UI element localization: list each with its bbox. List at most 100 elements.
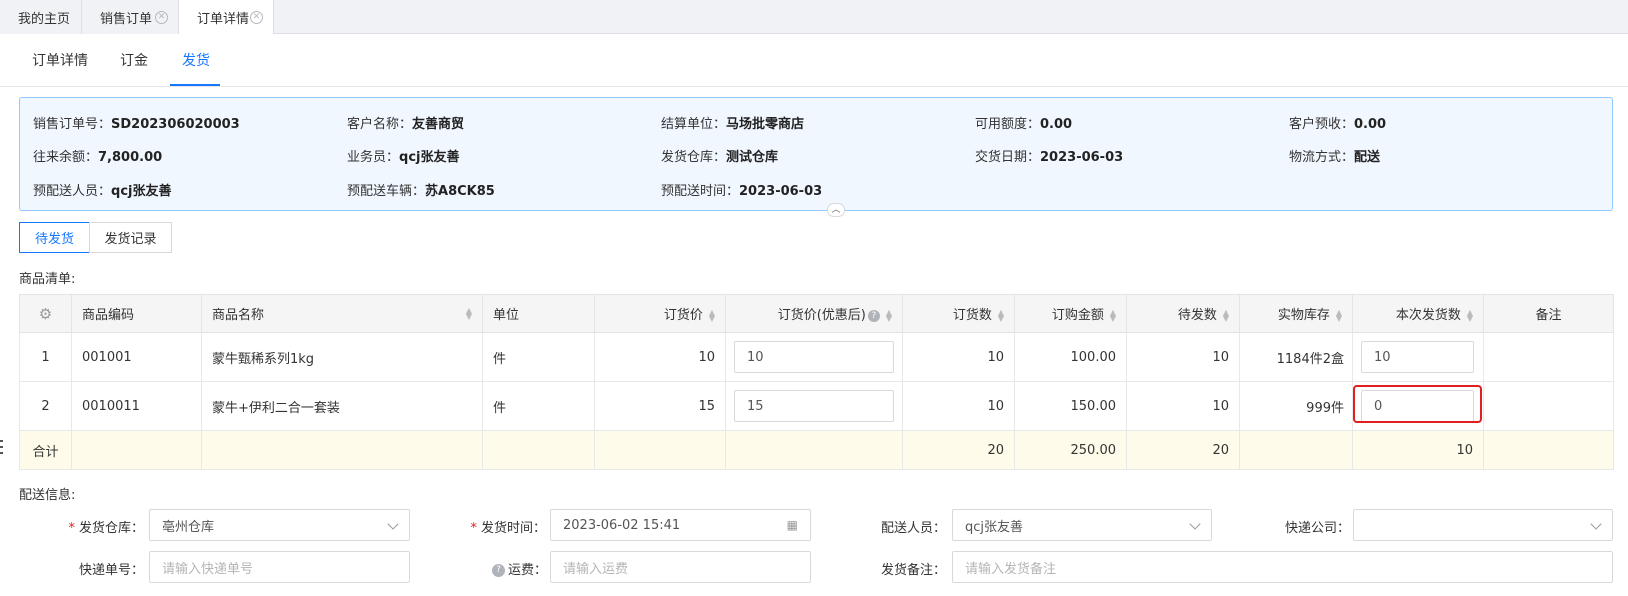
cell-stock: 999件 <box>1239 381 1353 431</box>
info-value: 马场批零商店 <box>726 117 805 132</box>
ship-time-picker[interactable]: 2023-06-02 15:41 ▦ <box>550 509 811 541</box>
info-value: 0.00 <box>1040 117 1073 132</box>
summary-ship-qty: 10 <box>1352 430 1484 470</box>
column-header-amount[interactable]: 订购金额 ▲ ▼ <box>1014 294 1127 333</box>
header-label: 单位 <box>493 308 520 323</box>
sort-icon[interactable]: ▲ ▼ <box>886 308 892 322</box>
page-tab-label: 销售订单 <box>100 11 153 27</box>
tab-shipping[interactable]: 发货 <box>182 50 210 70</box>
sort-icon[interactable]: ▲ ▼ <box>1223 308 1229 322</box>
cell-stock: 1184件2盒 <box>1239 332 1353 382</box>
info-label: 预配送人员： <box>33 184 112 199</box>
cell-price: 15 <box>594 381 726 431</box>
info-prepaid: 客户预收：0.00 <box>1289 113 1386 132</box>
ship-qty-highlight-box <box>1353 385 1482 423</box>
delivery-info-title: 配送信息: <box>19 488 76 503</box>
row-index: 1 <box>19 332 72 382</box>
sort-icon[interactable]: ▲ ▼ <box>709 308 715 322</box>
info-pre-person: 预配送人员：qcj张友善 <box>33 180 171 199</box>
cell-disc-price: 15 <box>725 381 903 431</box>
info-label: 发货仓库： <box>661 150 727 165</box>
header-label: 商品名称 <box>212 308 265 323</box>
cell-remark[interactable] <box>1483 332 1614 382</box>
info-salesman: 业务员：qcj张友善 <box>347 146 459 165</box>
info-label: 物流方式： <box>1289 150 1355 165</box>
page-tab-bar: 我的主页 销售订单 ✕ 订单详情 ✕ <box>0 0 1628 35</box>
info-value: 苏A8CK85 <box>425 184 495 199</box>
gear-icon[interactable]: ⚙ <box>39 305 52 323</box>
info-pre-vehicle: 预配送车辆：苏A8CK85 <box>347 180 495 199</box>
page-tab-home[interactable]: 我的主页 <box>0 0 82 34</box>
page-tab-label: 我的主页 <box>18 11 71 27</box>
courier-select[interactable] <box>1353 509 1613 541</box>
placeholder-text: 请输入运费 <box>563 561 629 577</box>
info-pre-time: 预配送时间：2023-06-03 <box>661 180 822 199</box>
label-text: 运费： <box>508 563 548 578</box>
cell-unit: 件 <box>482 332 595 382</box>
drag-handle-icon[interactable] <box>0 440 3 454</box>
placeholder-text: 请输入发货备注 <box>965 561 1057 577</box>
column-settings[interactable]: ⚙ <box>19 294 72 333</box>
goods-list-title: 商品清单: <box>19 272 76 287</box>
cell-disc-price: 10 <box>725 332 903 382</box>
cell-price: 10 <box>594 332 726 382</box>
column-header-pending[interactable]: 待发数 ▲ ▼ <box>1126 294 1240 333</box>
info-value: 友善商贸 <box>412 117 465 132</box>
summary-empty <box>1239 430 1353 470</box>
cell-qty: 10 <box>902 381 1015 431</box>
sort-icon[interactable]: ▲ ▼ <box>1110 308 1116 322</box>
freight-input[interactable]: 请输入运费 <box>550 551 811 583</box>
sort-icon[interactable]: ▲ ▼ <box>1467 308 1473 322</box>
warehouse-select[interactable]: 亳州仓库 <box>149 509 410 541</box>
info-value: 2023-06-03 <box>1040 150 1124 165</box>
info-value: 配送 <box>1354 150 1381 165</box>
disc-price-input[interactable]: 15 <box>734 390 894 422</box>
required-mark: * <box>470 521 477 536</box>
sort-icon[interactable]: ▲ ▼ <box>1336 308 1342 322</box>
summary-pending: 20 <box>1126 430 1240 470</box>
cell-remark[interactable] <box>1483 381 1614 431</box>
column-header-name[interactable]: 商品名称 ▲ ▼ <box>201 294 483 333</box>
tab-deposit[interactable]: 订金 <box>120 50 148 70</box>
column-header-ship-qty[interactable]: 本次发货数 ▲ ▼ <box>1352 294 1484 333</box>
ship-qty-input[interactable]: 10 <box>1361 341 1474 373</box>
help-icon[interactable]: ? <box>867 309 880 322</box>
close-icon[interactable]: ✕ <box>155 11 168 24</box>
header-label: 订购金额 <box>1051 308 1104 323</box>
column-header-qty[interactable]: 订货数 ▲ ▼ <box>902 294 1015 333</box>
delivery-person-select[interactable]: qcj张友善 <box>952 509 1212 541</box>
cell-amount: 100.00 <box>1014 332 1127 382</box>
info-label: 业务员： <box>347 150 400 165</box>
info-balance: 往来余额：7,800.00 <box>33 146 162 165</box>
header-label: 商品编码 <box>82 308 135 323</box>
disc-price-input[interactable]: 10 <box>734 341 894 373</box>
info-value: 测试仓库 <box>726 150 779 165</box>
info-label: 销售订单号： <box>33 117 112 132</box>
sort-icon[interactable]: ▲ ▼ <box>466 307 472 321</box>
column-header-disc-price[interactable]: 订货价(优惠后)? ▲ ▼ <box>725 294 903 333</box>
column-header-stock[interactable]: 实物库存 ▲ ▼ <box>1239 294 1353 333</box>
column-header-price[interactable]: 订货价 ▲ ▼ <box>594 294 726 333</box>
page-tab-order-detail[interactable]: 订单详情 ✕ <box>178 0 274 35</box>
sort-icon[interactable]: ▲ ▼ <box>998 308 1004 322</box>
cell-code: 001001 <box>71 332 202 382</box>
info-label: 往来余额： <box>33 150 99 165</box>
summary-row: 合计 20 250.00 20 10 <box>19 430 1614 470</box>
tab-order-detail[interactable]: 订单详情 <box>32 50 88 70</box>
info-value: 2023-06-03 <box>739 184 823 199</box>
ship-remark-input[interactable]: 请输入发货备注 <box>952 551 1613 583</box>
info-warehouse: 发货仓库：测试仓库 <box>661 146 778 165</box>
courier-field-label: 快递公司： <box>1284 521 1350 536</box>
page-tab-sales-orders[interactable]: 销售订单 ✕ <box>82 0 179 34</box>
tracking-input[interactable]: 请输入快递单号 <box>149 551 410 583</box>
cell-pending: 10 <box>1126 332 1240 382</box>
shipment-records-button[interactable]: 发货记录 <box>89 222 172 253</box>
column-header-code: 商品编码 <box>71 294 202 333</box>
collapse-up-icon[interactable]: ︿ <box>827 203 845 217</box>
help-icon[interactable]: ? <box>492 564 505 577</box>
info-credit: 可用额度：0.00 <box>975 113 1072 132</box>
pending-shipment-button[interactable]: 待发货 <box>19 222 90 253</box>
required-mark: * <box>68 521 75 536</box>
close-icon[interactable]: ✕ <box>250 11 263 24</box>
header-label: 订货数 <box>952 308 992 323</box>
